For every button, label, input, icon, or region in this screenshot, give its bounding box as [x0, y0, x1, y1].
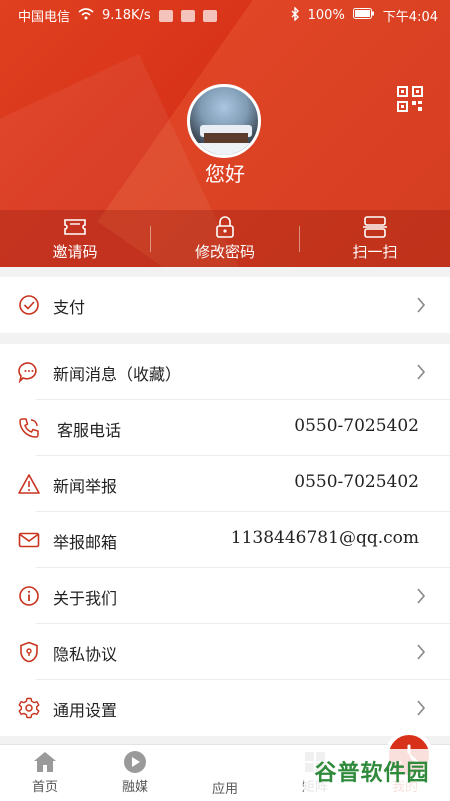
tab-apps[interactable]: 应用 [180, 731, 433, 801]
menu-item-pay[interactable]: 支付 [0, 277, 450, 333]
menu-item-label: 客服电话 [57, 421, 122, 440]
invite-code-button[interactable]: 邀请码 [0, 210, 150, 267]
battery-level: 100% [307, 8, 345, 23]
pay-section: 支付 [0, 277, 450, 333]
notification-icon [158, 9, 173, 22]
status-bar: 中国电信 9.18K/s 100% 下午4:04 [0, 0, 450, 28]
menu-item-about-us[interactable]: 关于我们 [0, 568, 450, 624]
tab-home[interactable]: 首页 [0, 745, 90, 801]
news-report-phone[interactable]: 0550-7025402 [294, 472, 419, 492]
tab-label: 融媒 [121, 780, 148, 795]
menu-item-report-email[interactable]: 举报邮箱 1138446781@qq.com [0, 512, 450, 568]
quick-actions: 邀请码 修改密码 扫一扫 [0, 210, 450, 267]
lock-icon [213, 215, 237, 238]
watermark-logo: 谷普软件园 [304, 749, 440, 793]
menu-item-privacy-policy[interactable]: 隐私协议 [0, 624, 450, 680]
info-icon [18, 585, 40, 607]
menu-item-label: 新闻消息（收藏） [53, 365, 182, 384]
customer-service-phone[interactable]: 0550-7025402 [294, 416, 419, 436]
menu-item-label: 隐私协议 [53, 645, 118, 664]
clock: 下午4:04 [382, 10, 438, 25]
menu-item-news-report[interactable]: 新闻举报 0550-7025402 [0, 456, 450, 512]
action-divider [299, 226, 300, 252]
mail-icon [18, 529, 40, 551]
menu-item-news-favorites[interactable]: 新闻消息（收藏） [0, 344, 450, 400]
battery-icon [352, 8, 375, 23]
change-password-label: 修改密码 [194, 242, 255, 261]
network-speed: 9.18K/s [102, 8, 151, 23]
scan-icon [363, 215, 387, 238]
chevron-right-icon [416, 297, 426, 313]
home-icon [32, 750, 58, 774]
privacy-shield-icon [18, 641, 40, 663]
tab-label: 首页 [31, 780, 58, 795]
scan-label: 扫一扫 [352, 242, 398, 261]
chevron-right-icon [416, 588, 426, 604]
invite-code-label: 邀请码 [52, 242, 98, 261]
menu-item-label: 新闻举报 [53, 477, 118, 496]
action-divider [150, 226, 151, 252]
notification-icon-2 [180, 9, 195, 22]
tab-label: 应用 [211, 782, 238, 797]
play-icon [122, 750, 148, 774]
ticket-icon [63, 216, 87, 238]
gear-icon [18, 697, 40, 719]
menu-item-label: 关于我们 [53, 589, 118, 608]
avatar[interactable] [187, 84, 261, 158]
wifi-icon [78, 7, 94, 24]
bluetooth-icon [290, 5, 300, 25]
carrier-label: 中国电信 [18, 10, 71, 25]
report-email-address[interactable]: 1138446781@qq.com [231, 528, 419, 548]
menu-item-customer-service[interactable]: 客服电话 0550-7025402 [0, 400, 450, 456]
warning-icon [18, 473, 40, 495]
user-greeting: 您好 [205, 162, 245, 186]
profile-header: 中国电信 9.18K/s 100% 下午4:04 您好 邀请码 修改密码 扫一扫 [0, 0, 450, 267]
qr-code-icon[interactable] [397, 86, 423, 112]
check-circle-icon [18, 294, 40, 316]
change-password-button[interactable]: 修改密码 [150, 210, 300, 267]
menu-item-label: 举报邮箱 [53, 533, 118, 552]
menu-item-label: 通用设置 [53, 701, 118, 720]
chevron-right-icon [416, 364, 426, 380]
notification-icon-3 [202, 9, 217, 22]
phone-icon [18, 417, 40, 439]
tab-media[interactable]: 融媒 [90, 745, 180, 801]
menu-list: 新闻消息（收藏） 客服电话 0550-7025402 新闻举报 0550-702… [0, 344, 450, 736]
chevron-right-icon [416, 644, 426, 660]
menu-item-label: 支付 [53, 298, 86, 317]
chevron-right-icon [416, 700, 426, 716]
scan-button[interactable]: 扫一扫 [300, 210, 450, 267]
chat-bubble-icon [18, 361, 40, 384]
menu-item-general-settings[interactable]: 通用设置 [0, 680, 450, 736]
